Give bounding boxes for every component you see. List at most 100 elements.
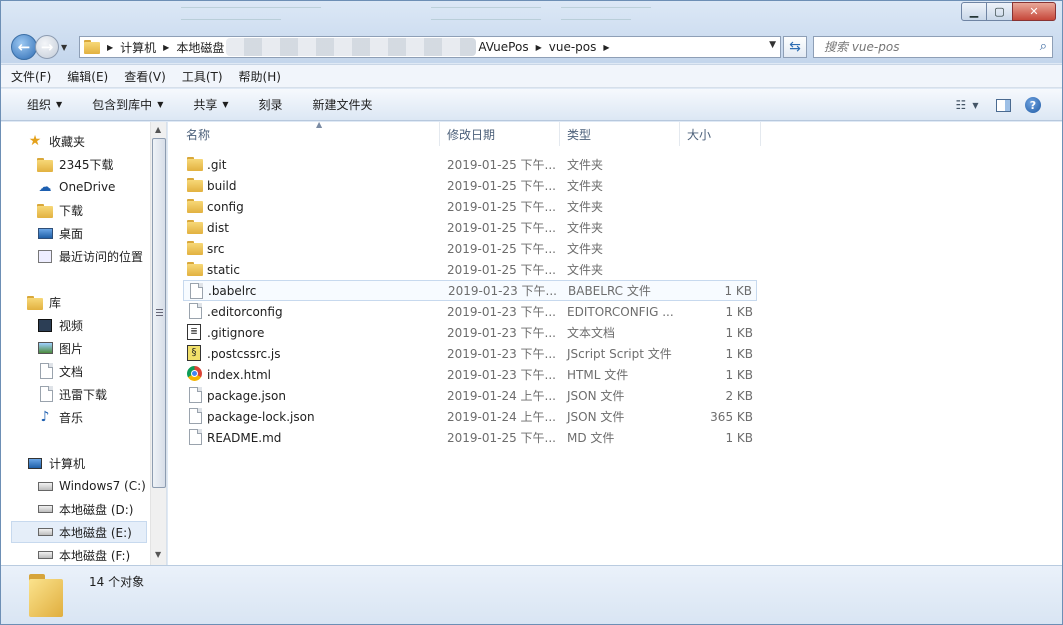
nav-onedrive[interactable]: ☁ OneDrive: [37, 176, 166, 198]
file-type: 文件夹: [567, 158, 604, 172]
desktop-icon: [37, 225, 53, 241]
file-row[interactable]: package-lock.json 2019-01-24 上午... JSON 文件…: [183, 406, 757, 427]
burn-button[interactable]: 刻录: [259, 96, 283, 113]
menu-tools[interactable]: 工具(T): [182, 68, 223, 85]
breadcrumb-separator-icon: ▶: [535, 42, 542, 52]
share-label: 共享: [193, 98, 218, 112]
file-row[interactable]: .editorconfig 2019-01-23 下午... EDITORCONFI…: [183, 301, 757, 322]
back-button[interactable]: ←: [11, 34, 37, 60]
view-options-button[interactable]: ☷ ▼: [956, 94, 979, 116]
column-name[interactable]: 名称 ▲: [180, 120, 440, 146]
file-row[interactable]: .babelrc 2019-01-23 下午... BABELRC 文件 1 KB: [183, 280, 757, 301]
organize-button[interactable]: 组织 ▼: [27, 96, 62, 113]
include-in-library-button[interactable]: 包含到库中 ▼: [92, 96, 163, 113]
column-size-label: 大小: [687, 127, 712, 142]
nav-label: Windows7 (C:): [59, 479, 146, 493]
computer-icon: [27, 455, 43, 471]
menu-help[interactable]: 帮助(H): [239, 68, 281, 85]
nav-music[interactable]: ♪ 音乐: [37, 406, 166, 428]
new-folder-button[interactable]: 新建文件夹: [313, 96, 373, 113]
file-row[interactable]: index.html 2019-01-23 下午... HTML 文件 1 KB: [183, 364, 757, 385]
file-row[interactable]: src 2019-01-25 下午... 文件夹: [183, 238, 757, 259]
breadcrumb-avuepos[interactable]: AVuePos: [478, 40, 528, 54]
forward-button[interactable]: →: [35, 35, 59, 59]
nav-label: 最近访问的位置: [59, 249, 144, 264]
file-name: package.json: [207, 388, 287, 403]
column-date[interactable]: 修改日期: [441, 122, 560, 146]
nav-drive-c[interactable]: Windows7 (C:): [37, 475, 166, 497]
nav-thunder-downloads[interactable]: 迅雷下载: [37, 383, 166, 405]
library-icon: [27, 294, 43, 310]
file-row[interactable]: .git 2019-01-25 下午... 文件夹: [183, 154, 757, 175]
breadcrumb-vue-pos[interactable]: vue-pos: [549, 40, 597, 54]
nav-drive-d[interactable]: 本地磁盘 (D:): [37, 498, 166, 520]
file-row[interactable]: build 2019-01-25 下午... 文件夹: [183, 175, 757, 196]
file-name: dist: [207, 220, 229, 235]
maximize-button[interactable]: ▢: [986, 2, 1013, 21]
address-dropdown-icon[interactable]: ▼: [769, 40, 776, 50]
nav-desktop[interactable]: 桌面: [37, 222, 166, 244]
scroll-down-icon[interactable]: ▼: [155, 550, 161, 559]
scrollbar-thumb[interactable]: [152, 138, 166, 488]
nav-drive-f[interactable]: 本地磁盘 (F:): [37, 544, 166, 565]
nav-libraries[interactable]: 库: [27, 291, 166, 313]
file-row[interactable]: config 2019-01-25 下午... 文件夹: [183, 196, 757, 217]
nav-downloads[interactable]: 下载: [37, 199, 166, 221]
menu-file[interactable]: 文件(F): [11, 68, 51, 85]
file-type: JSON 文件: [567, 410, 625, 424]
item-count: 14 个对象: [89, 575, 145, 589]
file-name: .postcssrc.js: [207, 346, 281, 361]
nav-computer[interactable]: 计算机: [27, 452, 166, 474]
menu-edit[interactable]: 编辑(E): [67, 68, 108, 85]
column-type[interactable]: 类型: [561, 122, 680, 146]
chevron-down-icon: ▼: [222, 100, 229, 109]
menu-view[interactable]: 查看(V): [124, 68, 166, 85]
burn-label: 刻录: [258, 98, 283, 112]
thunder-folder-icon: [37, 386, 53, 402]
file-row[interactable]: package.json 2019-01-24 上午... JSON 文件 2 KB: [183, 385, 757, 406]
address-bar[interactable]: ▶ 计算机 ▶ 本地磁盘 AVuePos ▶ vue-pos ▶ ▼: [79, 36, 781, 58]
nav-recent-places[interactable]: 最近访问的位置: [37, 245, 166, 267]
column-size[interactable]: 大小: [681, 122, 761, 146]
file-icon: [187, 408, 203, 424]
file-date: 2019-01-24 上午...: [447, 410, 556, 424]
folder-icon: [187, 156, 203, 172]
file-size: 1 KB: [725, 367, 753, 382]
window-controls: ▁ ▢ ✕: [961, 2, 1056, 21]
chevron-down-icon: ▼: [56, 100, 63, 109]
nav-favorites[interactable]: ★ 收藏夹: [27, 130, 166, 152]
nav-videos[interactable]: 视频: [37, 314, 166, 336]
file-row[interactable]: ≣ .gitignore 2019-01-23 下午... 文本文档 1 KB: [183, 322, 757, 343]
preview-pane-icon: [995, 98, 1011, 112]
help-button[interactable]: ?: [1022, 94, 1044, 116]
share-button[interactable]: 共享 ▼: [193, 96, 228, 113]
maximize-icon: ▢: [994, 5, 1005, 18]
search-icon[interactable]: ⌕: [1040, 39, 1047, 54]
refresh-button[interactable]: ⇆: [783, 36, 807, 58]
nav-documents[interactable]: 文档: [37, 360, 166, 382]
nav-scrollbar[interactable]: ▲ ▼: [150, 122, 166, 565]
file-row[interactable]: static 2019-01-25 下午... 文件夹: [183, 259, 757, 280]
minimize-button[interactable]: ▁: [961, 2, 987, 21]
scroll-up-icon[interactable]: ▲: [155, 125, 161, 134]
file-row[interactable]: § .postcssrc.js 2019-01-23 下午... JScript Sc…: [183, 343, 757, 364]
file-row[interactable]: README.md 2019-01-25 下午... MD 文件 1 KB: [183, 427, 757, 448]
nav-pictures[interactable]: 图片: [37, 337, 166, 359]
nav-drive-e[interactable]: 本地磁盘 (E:): [11, 521, 147, 543]
file-row[interactable]: dist 2019-01-25 下午... 文件夹: [183, 217, 757, 238]
nav-label: 收藏夹: [49, 134, 86, 149]
column-date-label: 修改日期: [447, 127, 496, 142]
file-size: 2 KB: [725, 388, 753, 403]
preview-pane-button[interactable]: [992, 94, 1014, 116]
search-box[interactable]: ⌕: [813, 36, 1053, 58]
file-date: 2019-01-23 下午...: [447, 368, 556, 382]
nav-label: 本地磁盘 (F:): [59, 548, 131, 563]
breadcrumb-local-disk[interactable]: 本地磁盘: [176, 39, 224, 56]
breadcrumb-computer[interactable]: 计算机: [120, 39, 156, 56]
organize-label: 组织: [27, 98, 52, 112]
nav-2345-downloads[interactable]: 2345下载: [37, 153, 166, 175]
history-dropdown-icon[interactable]: ▼: [61, 43, 67, 52]
folder-icon: [187, 198, 203, 214]
close-button[interactable]: ✕: [1012, 2, 1056, 21]
search-input[interactable]: [822, 39, 1022, 55]
